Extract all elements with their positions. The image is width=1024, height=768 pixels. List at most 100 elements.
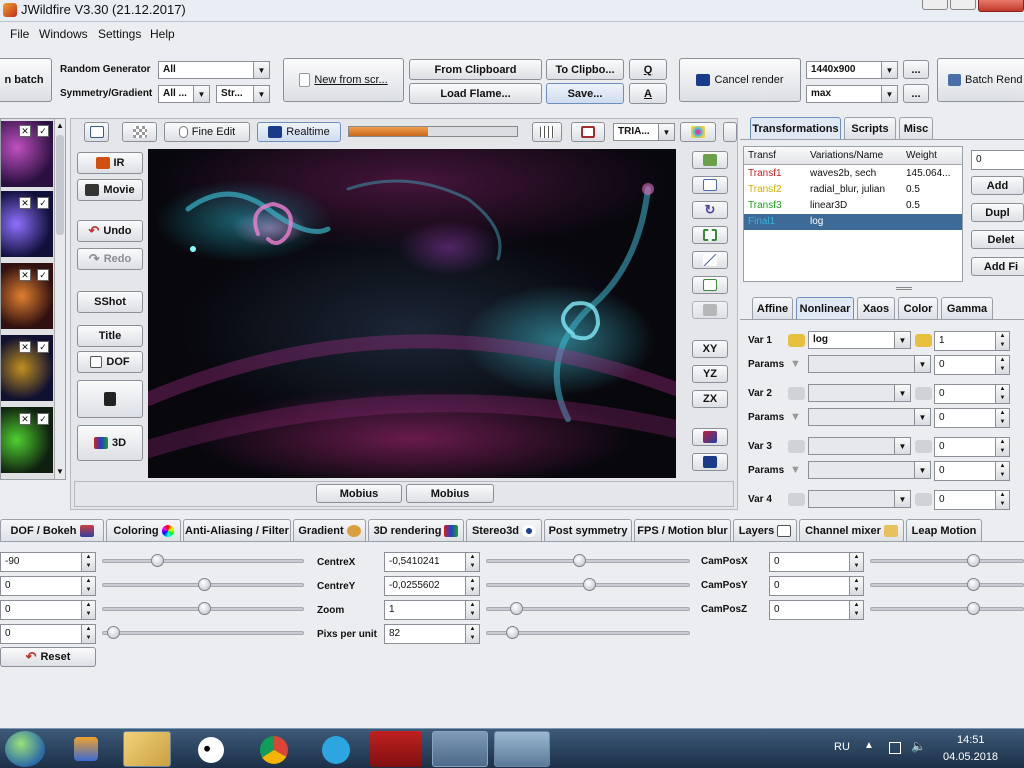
- variation-amount[interactable]: 0 ▲ ▼: [934, 437, 1010, 457]
- centre-slider[interactable]: [486, 578, 690, 591]
- campos-slider[interactable]: [870, 554, 1024, 567]
- rotate-button[interactable]: ↻: [692, 201, 728, 219]
- thumbnail-close-icon[interactable]: ✕: [19, 197, 31, 209]
- chrome-icon[interactable]: [260, 736, 288, 764]
- three-d-button[interactable]: 3D: [77, 425, 143, 461]
- spinner-icon[interactable]: ▲ ▼: [849, 553, 863, 571]
- start-button[interactable]: [5, 731, 45, 767]
- resolution-more-button[interactable]: ...: [903, 60, 929, 79]
- lock-icon[interactable]: [915, 440, 932, 453]
- lock-icon[interactable]: [788, 493, 805, 506]
- lock-icon[interactable]: [915, 493, 932, 506]
- table-row[interactable]: Transf2 radial_blur, julian 0.5: [744, 182, 962, 198]
- spinner-icon[interactable]: ▲ ▼: [465, 625, 479, 643]
- spinner-icon[interactable]: ▲ ▼: [465, 553, 479, 571]
- slider-thumb[interactable]: [506, 626, 520, 639]
- tab-nonlinear[interactable]: Nonlinear: [796, 297, 854, 319]
- slider-thumb[interactable]: [106, 626, 120, 639]
- resolution-select[interactable]: 1440x900 ▼: [806, 61, 898, 79]
- param-field[interactable]: 0 ▲ ▼: [0, 600, 96, 620]
- slider-thumb[interactable]: [150, 554, 164, 567]
- param-slider[interactable]: [102, 602, 304, 615]
- centre-field[interactable]: -0,0255602 ▲ ▼: [384, 576, 480, 596]
- grid-toggle-button[interactable]: [532, 122, 562, 142]
- slider-thumb[interactable]: [967, 554, 980, 567]
- spinner-icon[interactable]: ▲ ▼: [995, 356, 1009, 374]
- slider-thumb[interactable]: [198, 578, 211, 591]
- mobius-button-2[interactable]: Mobius: [406, 484, 494, 503]
- menu-settings[interactable]: Settings: [98, 27, 141, 41]
- spinner-icon[interactable]: ▲ ▼: [995, 438, 1009, 456]
- splitter[interactable]: [896, 287, 912, 290]
- thumbnail-scrollbar[interactable]: ▲ ▼: [54, 119, 65, 479]
- quality-select[interactable]: max ▼: [806, 85, 898, 103]
- param-slider[interactable]: [102, 626, 304, 639]
- lock-icon[interactable]: [788, 440, 805, 453]
- mobius-button-1[interactable]: Mobius: [316, 484, 402, 503]
- tray-arrow-icon[interactable]: ▲: [864, 740, 874, 751]
- campos-field[interactable]: 0 ▲ ▼: [769, 600, 864, 620]
- to-clipboard-button[interactable]: To Clipbo...: [546, 59, 624, 80]
- zx-button[interactable]: ZX: [692, 390, 728, 408]
- load-flame-button[interactable]: Load Flame...: [409, 83, 542, 104]
- tab-gamma[interactable]: Gamma: [941, 297, 993, 319]
- batch-button[interactable]: n batch: [0, 58, 52, 102]
- clapper-button[interactable]: [77, 380, 143, 418]
- spinner-icon[interactable]: ▲ ▼: [81, 577, 95, 595]
- duplicate-button[interactable]: Dupl: [971, 203, 1024, 222]
- add-final-button[interactable]: Add Fi: [971, 257, 1024, 276]
- opera-icon[interactable]: [370, 731, 422, 767]
- triangle-icon[interactable]: ▼: [790, 464, 801, 476]
- thumbnail-check-icon[interactable]: ✓: [37, 197, 49, 209]
- thumbnail-close-icon[interactable]: ✕: [19, 125, 31, 137]
- close-button[interactable]: [978, 0, 1024, 12]
- render-button[interactable]: [692, 453, 728, 471]
- variation-select[interactable]: ▼: [808, 384, 911, 402]
- gradient-select[interactable]: Str... ▼: [216, 85, 270, 103]
- film-toggle-button[interactable]: [571, 122, 605, 142]
- cancel-render-button[interactable]: Cancel render: [679, 58, 801, 102]
- telegram-icon[interactable]: [322, 736, 350, 764]
- params-select[interactable]: ▼: [808, 355, 931, 373]
- realtime-button[interactable]: Realtime: [257, 122, 341, 142]
- volume-icon[interactable]: 🔈: [911, 739, 926, 753]
- campos-slider[interactable]: [870, 578, 1024, 591]
- campos-field[interactable]: 0 ▲ ▼: [769, 552, 864, 572]
- spinner-icon[interactable]: ▲ ▼: [995, 409, 1009, 427]
- slider-thumb[interactable]: [967, 602, 980, 615]
- spinner-icon[interactable]: ▲ ▼: [849, 601, 863, 619]
- q-button[interactable]: Q: [629, 59, 667, 80]
- tab-coloring[interactable]: Coloring: [106, 519, 181, 541]
- tab-post-symmetry[interactable]: Post symmetry: [544, 519, 632, 541]
- grid-snap-button[interactable]: [692, 276, 728, 294]
- tab-gradient[interactable]: Gradient: [293, 519, 366, 541]
- thumbnail-close-icon[interactable]: ✕: [19, 341, 31, 353]
- tab-transformations[interactable]: Transformations: [750, 117, 841, 139]
- clock-date[interactable]: 04.05.2018: [943, 751, 998, 763]
- pivot-button[interactable]: [692, 251, 728, 269]
- param-field[interactable]: 0 ▲ ▼: [0, 576, 96, 596]
- undo-button[interactable]: ↶ Undo: [77, 220, 143, 242]
- fine-edit-button[interactable]: Fine Edit: [164, 122, 250, 142]
- campos-field[interactable]: 0 ▲ ▼: [769, 576, 864, 596]
- slider-thumb[interactable]: [573, 554, 587, 567]
- quality-more-button[interactable]: ...: [903, 84, 929, 103]
- spinner-icon[interactable]: ▲ ▼: [995, 491, 1009, 509]
- params-select[interactable]: ▼: [808, 408, 931, 426]
- ir-button[interactable]: IR: [77, 152, 143, 174]
- spinner-icon[interactable]: ▲ ▼: [465, 577, 479, 595]
- maximize-button[interactable]: [950, 0, 976, 10]
- variation-amount[interactable]: 0 ▲ ▼: [934, 490, 1010, 510]
- tab-stereo3d[interactable]: Stereo3d: [466, 519, 542, 541]
- disabled-tool-button[interactable]: [692, 301, 728, 319]
- media-player-icon[interactable]: [74, 737, 98, 761]
- menu-file[interactable]: File: [10, 27, 29, 41]
- thumbnail-close-icon[interactable]: ✕: [19, 269, 31, 281]
- thumbnail-check-icon[interactable]: ✓: [37, 341, 49, 353]
- triangle-icon[interactable]: ▼: [790, 358, 801, 370]
- params-amount[interactable]: 0 ▲ ▼: [934, 408, 1010, 428]
- language-indicator[interactable]: RU: [834, 741, 850, 753]
- thumbnail-check-icon[interactable]: ✓: [37, 269, 49, 281]
- variation-amount[interactable]: 1 ▲ ▼: [934, 331, 1010, 351]
- toggle-preview-button[interactable]: [692, 151, 728, 169]
